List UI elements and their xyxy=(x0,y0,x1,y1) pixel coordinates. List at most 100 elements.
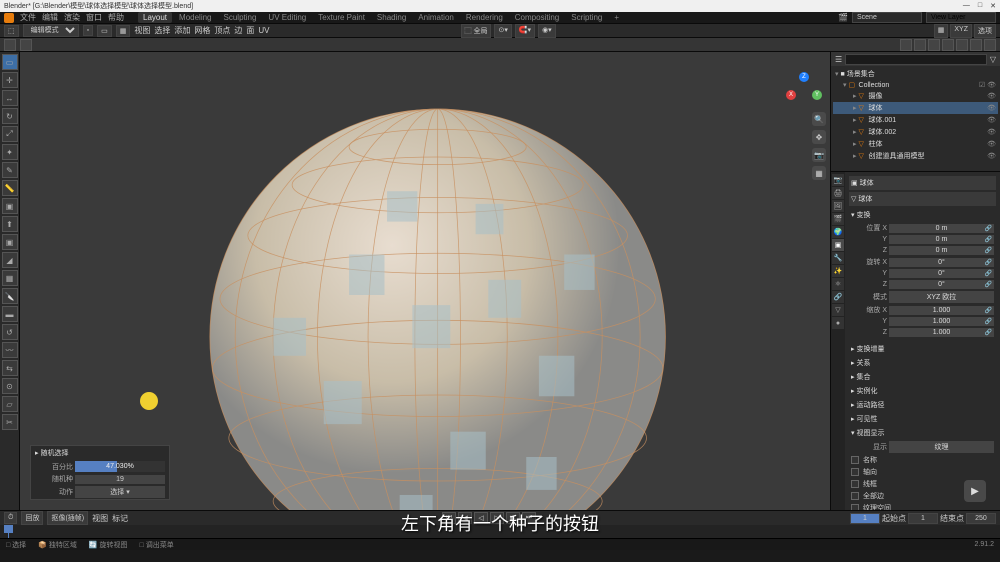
object-name[interactable]: 球体 xyxy=(860,178,874,188)
viewlayer-tab[interactable]: 🖼 xyxy=(832,200,844,212)
timeline-cursor[interactable] xyxy=(8,525,9,538)
outliner-item[interactable]: ▸▽创建道具通用模型👁 xyxy=(833,150,998,162)
tl-view-menu[interactable]: 视图 xyxy=(92,513,108,524)
viewlayer-input[interactable] xyxy=(926,12,996,23)
xray-toggle-button[interactable] xyxy=(928,39,940,51)
outliner-item[interactable]: ▸▽柱体👁 xyxy=(833,138,998,150)
outliner-type-icon[interactable]: ☰ xyxy=(835,55,842,64)
modifier-tab[interactable]: 🔧 xyxy=(832,252,844,264)
rot-y-input[interactable]: 0° xyxy=(889,269,994,278)
menu-render[interactable]: 渲染 xyxy=(64,12,80,23)
visibility-section[interactable]: ▸ 可见性 xyxy=(849,412,996,426)
menu-file[interactable]: 文件 xyxy=(20,12,36,23)
collections-section[interactable]: ▸ 集合 xyxy=(849,370,996,384)
object-tab[interactable]: ▣ xyxy=(832,239,844,251)
outliner-item[interactable]: ▸▽球体👁 xyxy=(833,102,998,114)
poly-tool[interactable]: ▬ xyxy=(2,306,18,322)
menu-help[interactable]: 帮助 xyxy=(108,12,124,23)
shading-solid-button[interactable] xyxy=(956,39,968,51)
motion-section[interactable]: ▸ 运动路径 xyxy=(849,398,996,412)
constraint-tab[interactable]: 🔗 xyxy=(832,291,844,303)
knife-tool[interactable]: 🔪 xyxy=(2,288,18,304)
end-frame-input[interactable]: 250 xyxy=(966,513,996,524)
menu-edit[interactable]: 编辑 xyxy=(42,12,58,23)
cb-alledges[interactable] xyxy=(851,492,859,500)
rot-z-input[interactable]: 0° xyxy=(889,280,994,289)
minimize-button[interactable]: — xyxy=(963,2,970,10)
action-dropdown[interactable]: 选择 ▾ xyxy=(75,486,165,498)
tab-scripting[interactable]: Scripting xyxy=(566,12,607,23)
transform-tool[interactable]: ✦ xyxy=(2,144,18,160)
maximize-button[interactable]: □ xyxy=(978,2,982,10)
extrude-tool[interactable]: ⬆ xyxy=(2,216,18,232)
vertex-mode-button[interactable]: ▫ xyxy=(83,25,93,36)
pan-icon[interactable]: ✥ xyxy=(812,130,826,144)
output-tab[interactable]: 🖨 xyxy=(832,187,844,199)
tab-animation[interactable]: Animation xyxy=(413,12,459,23)
snap-button[interactable]: 🧲▾ xyxy=(515,24,535,38)
loc-y-input[interactable]: 0 m xyxy=(889,235,994,244)
tab-shading[interactable]: Shading xyxy=(372,12,411,23)
menu-edge[interactable]: 边 xyxy=(234,25,242,36)
render-tab[interactable]: 📷 xyxy=(832,174,844,186)
tab-layout[interactable]: Layout xyxy=(138,12,172,23)
tab-add[interactable]: + xyxy=(609,12,624,23)
cb-texspace[interactable] xyxy=(851,504,859,510)
outliner-search[interactable] xyxy=(845,54,987,65)
menu-select[interactable]: 选择 xyxy=(154,25,170,36)
edge-mode-button[interactable]: ▭ xyxy=(97,25,112,37)
inset-tool[interactable]: ▣ xyxy=(2,234,18,250)
viewport-3d[interactable]: Z Y X 🔍 ✥ 📷 ▦ ▸ 随机选择 百分比 47.030% 随机种 19 xyxy=(20,52,830,510)
start-frame-input[interactable]: 1 xyxy=(908,513,938,524)
editor-type-button[interactable]: ⬚ xyxy=(4,25,19,37)
operator-panel-title[interactable]: ▸ 随机选择 xyxy=(31,446,169,460)
rotate-tool[interactable]: ↻ xyxy=(2,108,18,124)
shading-wireframe-button[interactable] xyxy=(942,39,954,51)
menu-add[interactable]: 添加 xyxy=(174,25,190,36)
rot-mode-dropdown[interactable]: XYZ 欧拉 xyxy=(889,291,994,303)
proportional-button[interactable]: ◉▾ xyxy=(538,24,556,38)
scale-z-input[interactable]: 1.000 xyxy=(889,328,994,337)
tab-texpaint[interactable]: Texture Paint xyxy=(313,12,370,23)
timeline-type-button[interactable]: ⏱ xyxy=(4,512,17,524)
tab-compositing[interactable]: Compositing xyxy=(510,12,564,23)
face-mode-button[interactable]: ▦ xyxy=(116,25,131,37)
seed-input[interactable]: 19 xyxy=(75,475,165,484)
world-tab[interactable]: 🌍 xyxy=(832,226,844,238)
xyz-buttons[interactable]: XYZ xyxy=(950,24,972,38)
outliner-item[interactable]: ▸▽球体.001👁 xyxy=(833,114,998,126)
cb-wire[interactable] xyxy=(851,480,859,488)
current-frame-input[interactable]: 1 xyxy=(850,513,880,524)
loc-z-input[interactable]: 0 m xyxy=(889,246,994,255)
scale-y-input[interactable]: 1.000 xyxy=(889,317,994,326)
keying-menu[interactable]: 抠像(插帧) xyxy=(47,511,88,525)
zoom-icon[interactable]: 🔍 xyxy=(812,112,826,126)
instancing-section[interactable]: ▸ 实例化 xyxy=(849,384,996,398)
loc-x-input[interactable]: 0 m xyxy=(889,224,994,233)
collection-item[interactable]: ▾▢Collection☑ 👁 xyxy=(833,80,998,90)
scene-input[interactable] xyxy=(852,12,922,23)
tl-marker-menu[interactable]: 标记 xyxy=(112,513,128,524)
mesh-overlay-button[interactable]: ▦ xyxy=(934,24,949,38)
outliner-item[interactable]: ▸▽球体.002👁 xyxy=(833,126,998,138)
measure-tool[interactable]: 📏 xyxy=(2,180,18,196)
overlays-toggle-button[interactable] xyxy=(914,39,926,51)
display-as-dropdown[interactable]: 纹理 xyxy=(889,441,994,453)
spin-tool[interactable]: ↺ xyxy=(2,324,18,340)
outliner-filter-icon[interactable]: ▽ xyxy=(990,55,996,64)
cb-axis[interactable] xyxy=(851,468,859,476)
shading-button[interactable] xyxy=(4,39,16,51)
physics-tab[interactable]: ⚛ xyxy=(832,278,844,290)
gizmo-toggle-button[interactable] xyxy=(900,39,912,51)
edge-slide-tool[interactable]: ⇆ xyxy=(2,360,18,376)
playback-menu[interactable]: 回放 xyxy=(21,511,43,525)
delta-section[interactable]: ▸ 变换增量 xyxy=(849,342,996,356)
menu-window[interactable]: 窗口 xyxy=(86,12,102,23)
cb-name[interactable] xyxy=(851,456,859,464)
percent-slider[interactable]: 47.030% xyxy=(75,461,165,472)
close-button[interactable]: ✕ xyxy=(990,2,996,10)
menu-uv[interactable]: UV xyxy=(258,26,269,35)
scale-tool[interactable]: ⤢ xyxy=(2,126,18,142)
orientation-dropdown[interactable]: ⬚ 全局 xyxy=(461,24,492,38)
shrink-tool[interactable]: ⊙ xyxy=(2,378,18,394)
